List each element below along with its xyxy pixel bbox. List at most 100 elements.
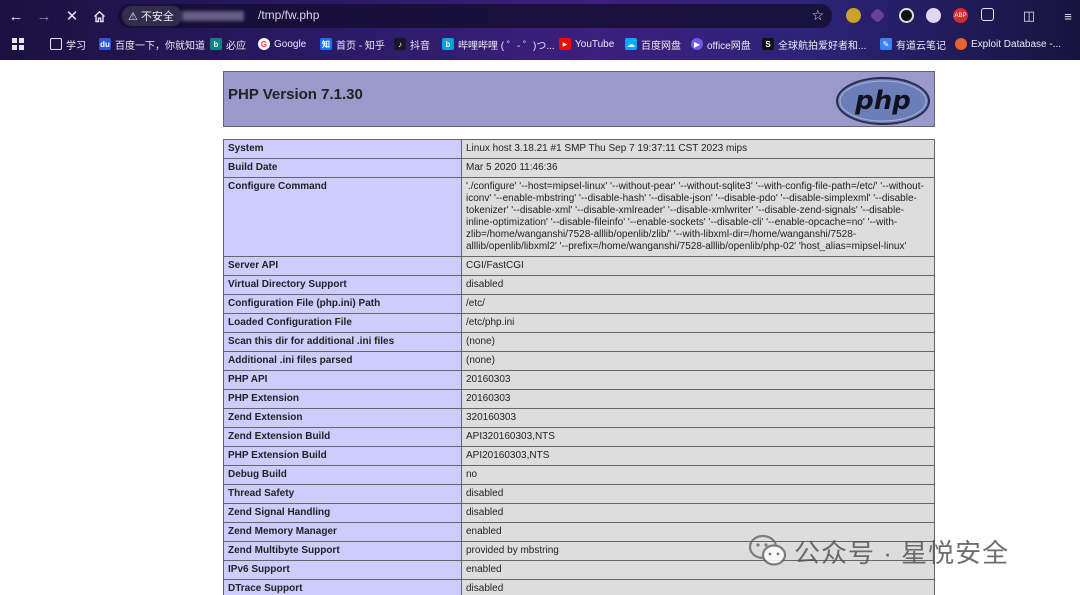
row-key: Build Date bbox=[223, 158, 462, 178]
office-icon: ▶ bbox=[691, 38, 703, 50]
php-logo: php bbox=[836, 77, 930, 125]
table-row: System Linux host 3.18.21 #1 SMP Thu Sep … bbox=[223, 139, 935, 159]
table-row: DTrace Support disabled bbox=[223, 579, 935, 595]
zhihu-icon: 知 bbox=[320, 38, 332, 50]
stop-loading-icon[interactable]: ✕ bbox=[62, 6, 82, 26]
row-value: './configure' '--host=mipsel-linux' '--w… bbox=[461, 177, 935, 257]
extension-icon-1[interactable] bbox=[846, 8, 861, 23]
bookmark-item[interactable]: b 必应 bbox=[210, 36, 246, 52]
warning-icon: ⚠ bbox=[128, 10, 138, 23]
table-row: Zend Signal Handling disabled bbox=[223, 503, 935, 523]
bookmark-item[interactable]: Exploit Database -... bbox=[955, 36, 1061, 52]
back-icon[interactable]: ← bbox=[6, 6, 26, 26]
table-row: Debug Build no bbox=[223, 465, 935, 485]
forward-icon[interactable]: → bbox=[34, 6, 54, 26]
watermark-text: 公众号 · 星悦安全 bbox=[794, 537, 1010, 568]
row-value: 20160303 bbox=[461, 389, 935, 409]
table-row: PHP API 20160303 bbox=[223, 370, 935, 390]
bookmark-item[interactable]: 知首页 - 知乎 bbox=[320, 36, 385, 52]
php-info-header: PHP Version 7.1.30 php bbox=[223, 71, 935, 127]
security-warning-chip[interactable]: ⚠ 不安全 bbox=[122, 6, 182, 26]
table-row: Configuration File (php.ini) Path/etc/ bbox=[223, 294, 935, 314]
url-path[interactable]: /tmp/fw.php bbox=[258, 8, 319, 22]
row-key: Scan this dir for additional .ini files bbox=[223, 332, 462, 352]
row-key: Thread Safety bbox=[223, 484, 462, 504]
url-host-blurred bbox=[182, 11, 244, 21]
row-value: CGI/FastCGI bbox=[461, 256, 935, 276]
bookmark-item[interactable]: S 全球航拍爱好者和... bbox=[762, 36, 866, 52]
page-title: PHP Version 7.1.30 bbox=[228, 86, 363, 103]
row-value: 320160303 bbox=[461, 408, 935, 428]
table-row: Zend Extension Build API320160303,NTS bbox=[223, 427, 935, 447]
security-label: 不安全 bbox=[140, 11, 174, 23]
bookmark-item[interactable]: b 哔哩哔哩 ( ゜- ゜)つ... bbox=[442, 36, 555, 52]
bookmark-star-icon[interactable]: ☆ bbox=[811, 7, 824, 24]
bookmark-item[interactable]: ♪ 抖音 bbox=[394, 36, 430, 52]
exploitdb-icon bbox=[955, 38, 967, 50]
row-value: disabled bbox=[461, 275, 935, 295]
table-row: PHP Extension Build API20160303,NTS bbox=[223, 446, 935, 466]
row-key: Zend Signal Handling bbox=[223, 503, 462, 523]
apps-grid-icon[interactable] bbox=[12, 36, 24, 52]
bookmarks-bar: 学习 du 百度一下，你就知道 b 必应 G Google 知首页 - 知乎 ♪ 抖音 … bbox=[0, 33, 1080, 55]
baidu-pan-icon: ☁ bbox=[625, 38, 637, 50]
row-key: Configuration File (php.ini) Path bbox=[223, 294, 462, 314]
bilibili-icon: b bbox=[442, 38, 454, 50]
row-value: no bbox=[461, 465, 935, 485]
google-icon: G bbox=[258, 38, 270, 50]
row-value: API20160303,NTS bbox=[461, 446, 935, 466]
row-key: PHP API bbox=[223, 370, 462, 390]
row-key: IPv6 Support bbox=[223, 560, 462, 580]
row-key: Configure Command bbox=[223, 177, 462, 257]
table-row: Thread Safety disabled bbox=[223, 484, 935, 504]
row-key: PHP Extension bbox=[223, 389, 462, 409]
douyin-icon: ♪ bbox=[394, 38, 406, 50]
row-key: Debug Build bbox=[223, 465, 462, 485]
table-row: Server API CGI/FastCGI bbox=[223, 256, 935, 276]
table-row: Build Date Mar 5 2020 11:46:36 bbox=[223, 158, 935, 178]
extension-icon-2[interactable] bbox=[869, 7, 886, 24]
row-key: System bbox=[223, 139, 462, 159]
row-value: /etc/php.ini bbox=[461, 313, 935, 333]
home-icon[interactable] bbox=[89, 6, 109, 26]
bookmark-item[interactable]: 学习 bbox=[50, 36, 86, 52]
row-key: Server API bbox=[223, 256, 462, 276]
skypixel-icon: S bbox=[762, 38, 774, 50]
bookmark-item[interactable]: du 百度一下，你就知道 bbox=[99, 36, 205, 52]
address-bar[interactable]: ⚠ 不安全 /tmp/fw.php ☆ bbox=[118, 4, 832, 28]
row-key: Additional .ini files parsed bbox=[223, 351, 462, 371]
row-value: /etc/ bbox=[461, 294, 935, 314]
reading-mode-icon[interactable]: ◫ bbox=[1019, 6, 1039, 26]
browser-toolbar: ← → ✕ ⚠ 不安全 /tmp/fw.php ☆ ABP ◫ ≡ bbox=[0, 0, 1080, 32]
row-key: Loaded Configuration File bbox=[223, 313, 462, 333]
baidu-icon: du bbox=[99, 38, 111, 50]
row-value: Mar 5 2020 11:46:36 bbox=[461, 158, 935, 178]
row-value: 20160303 bbox=[461, 370, 935, 390]
table-row: PHP Extension 20160303 bbox=[223, 389, 935, 409]
table-row: Scan this dir for additional .ini files(… bbox=[223, 332, 935, 352]
extension-icon-4[interactable] bbox=[926, 8, 941, 23]
row-key: PHP Extension Build bbox=[223, 446, 462, 466]
bookmark-item[interactable]: ▶ YouTube bbox=[559, 36, 614, 52]
row-key: DTrace Support bbox=[223, 579, 462, 595]
bookmark-item[interactable]: G Google bbox=[258, 36, 306, 52]
extension-icon-3[interactable] bbox=[899, 8, 914, 23]
wechat-icon bbox=[748, 534, 787, 566]
bookmark-item[interactable]: ▶ office网盘 bbox=[691, 36, 751, 52]
row-key: Virtual Directory Support bbox=[223, 275, 462, 295]
row-key: Zend Multibyte Support bbox=[223, 541, 462, 561]
adblock-plus-icon[interactable]: ABP bbox=[953, 8, 968, 23]
row-value: disabled bbox=[461, 484, 935, 504]
extensions-puzzle-icon[interactable] bbox=[981, 8, 994, 21]
watermark: 公众号 · 星悦安全 bbox=[748, 533, 1009, 569]
row-key: Zend Extension bbox=[223, 408, 462, 428]
bookmark-item[interactable]: ✎ 有道云笔记 bbox=[880, 36, 946, 52]
bookmark-item[interactable]: ☁ 百度网盘 bbox=[625, 36, 681, 52]
table-row: Zend Extension 320160303 bbox=[223, 408, 935, 428]
row-value: disabled bbox=[461, 579, 935, 595]
side-panel-icon[interactable]: ≡ bbox=[1058, 6, 1078, 26]
php-info-table: System Linux host 3.18.21 #1 SMP Thu Sep … bbox=[223, 139, 935, 595]
row-value: disabled bbox=[461, 503, 935, 523]
table-row: Virtual Directory Support disabled bbox=[223, 275, 935, 295]
browser-chrome: ← → ✕ ⚠ 不安全 /tmp/fw.php ☆ ABP ◫ ≡ 学习 du 百… bbox=[0, 0, 1080, 60]
